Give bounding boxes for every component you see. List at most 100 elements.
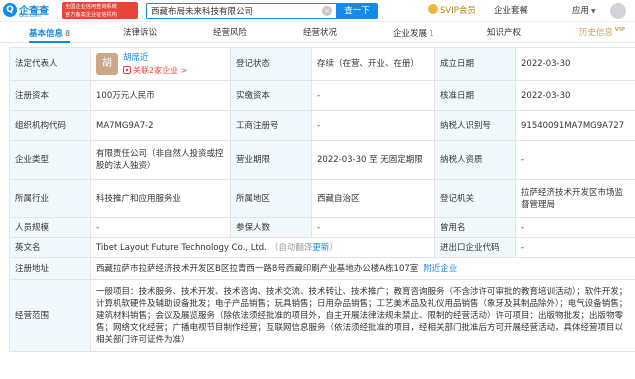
related-companies-text: 关联2家企业 > — [133, 66, 188, 75]
search-box: × — [146, 3, 336, 19]
scope-label: 经营范围 — [9, 279, 91, 352]
table-row: 企业类型 有限责任公司（非自然人投资或控股的法人独资） 营业期限 2022-03… — [9, 140, 635, 180]
insured-value: - — [311, 217, 435, 238]
tab-label: 法律诉讼 — [123, 28, 158, 38]
tab-label: 企业发展 — [393, 29, 428, 39]
user-avatar[interactable] — [610, 3, 626, 19]
tab-label: 经营风险 — [213, 28, 248, 38]
former-name-label: 曾用名 — [434, 217, 516, 238]
org-code-value: MA7MG9A7-2 — [90, 110, 231, 141]
update-translation-link[interactable]: 更新 — [312, 243, 329, 253]
staff-size-value: - — [90, 217, 231, 238]
chevron-down-icon: ▼ — [591, 8, 596, 15]
svip-label: SVIP会员 — [440, 6, 476, 16]
enterprise-package-link[interactable]: 企业套餐 — [494, 4, 528, 18]
table-row: 所属行业 科技推广和应用服务业 所属地区 西藏自治区 登记机关 拉萨经济技术开发… — [9, 179, 635, 218]
legal-rep-name-link[interactable]: 胡席近 — [123, 52, 149, 64]
english-name-cell: Tibet Layout Future Technology Co., Ltd.… — [90, 237, 435, 258]
tab-history-info[interactable]: 历史信息 VIP — [579, 26, 625, 43]
address-cell: 西藏拉萨市拉萨经济技术开发区B区拉青西一路8号西藏印刷产业基地办公楼A栋107室… — [90, 257, 635, 280]
tab-development[interactable]: 企业发展 1 — [393, 26, 434, 43]
business-scope-value: 一般项目：技术服务、技术开发、技术咨询、技术交流、技术转让、技术推广；教育咨询服… — [90, 279, 635, 352]
region-label: 所属地区 — [230, 179, 312, 218]
legal-rep-cell: 胡 胡席近 关联2家企业 > — [90, 47, 231, 81]
region-value: 西藏自治区 — [311, 179, 435, 218]
top-header: Q 企查查 Qcc.com 全国企业信用查询系统 官方备案企业征信机构 × 查一… — [0, 0, 635, 22]
biz-reg-no-label: 工商注册号 — [230, 110, 312, 141]
former-name-value: - — [515, 217, 635, 238]
company-type-label: 企业类型 — [9, 140, 91, 180]
tab-intellectual-property[interactable]: 知识产权 — [487, 26, 521, 43]
legal-rep-label: 法定代表人 — [9, 47, 91, 81]
biz-term-label: 营业期限 — [230, 140, 312, 180]
tab-count: 1 — [429, 29, 434, 38]
tab-legal-litigation[interactable]: 法律诉讼 — [123, 26, 157, 43]
table-row: 组织机构代码 MA7MG9A7-2 工商注册号 - 纳税人识别号 9154009… — [9, 110, 635, 141]
logo-subtext: Qcc.com — [19, 13, 41, 19]
search-button[interactable]: 查一下 — [336, 3, 378, 19]
tab-label: 历史信息 — [579, 28, 614, 38]
reg-capital-label: 注册资本 — [9, 80, 91, 111]
industry-label: 所属行业 — [9, 179, 91, 218]
auto-translate-close: ） — [329, 242, 338, 253]
slogan-line-2: 官方备案企业征信机构 — [65, 11, 117, 18]
established-label: 成立日期 — [434, 47, 516, 81]
english-name-value: Tibet Layout Future Technology Co., Ltd. — [96, 242, 267, 253]
clear-icon[interactable]: × — [322, 6, 332, 16]
crown-icon — [428, 4, 438, 14]
taxpayer-id-label: 纳税人识别号 — [434, 110, 516, 141]
section-tabs: 基本信息 8 法律诉讼 经营风险 经营状况 企业发展 1 知识产权 历史信息 VIP — [0, 26, 635, 43]
company-type-value: 有限责任公司（非自然人投资或控股的法人独资） — [90, 140, 231, 180]
paid-capital-value: - — [311, 80, 435, 111]
table-row: 人员规模 - 参保人数 - 曾用名 - — [9, 217, 635, 238]
taxpayer-qual-value: - — [515, 140, 635, 180]
auto-translate-text: （自动翻译 — [269, 242, 313, 253]
reg-authority-label: 登记机关 — [434, 179, 516, 218]
approval-date-value: 2022-03-30 — [515, 80, 635, 111]
related-companies-link[interactable]: 关联2家企业 > — [123, 65, 187, 77]
table-row: 注册资本 100万元人民币 实缴资本 - 核准日期 2022-03-30 — [9, 80, 635, 111]
table-row: 经营范围 一般项目：技术服务、技术开发、技术咨询、技术交流、技术转让、技术推广；… — [9, 279, 635, 352]
taxpayer-qual-label: 纳税人资质 — [434, 140, 516, 180]
org-code-label: 组织机构代码 — [9, 110, 91, 141]
taxpayer-id-value: 91540091MA7MG9A727 — [515, 110, 635, 141]
tab-business-status[interactable]: 经营状况 — [303, 26, 337, 43]
paid-capital-label: 实缴资本 — [230, 80, 312, 111]
biz-term-value: 2022-03-30 至 无固定期限 — [311, 140, 435, 180]
table-row: 法定代表人 胡 胡席近 关联2家企业 > 登记状态 存续（在营、开业、在册） 成… — [9, 47, 635, 81]
reg-status-label: 登记状态 — [230, 47, 312, 81]
approval-date-label: 核准日期 — [434, 80, 516, 111]
tab-business-risk[interactable]: 经营风险 — [213, 26, 247, 43]
reg-capital-value: 100万元人民币 — [90, 80, 231, 111]
apps-menu[interactable]: 应用 ▼ — [572, 4, 596, 18]
search-input[interactable] — [151, 4, 321, 18]
legal-rep-avatar[interactable]: 胡 — [96, 53, 118, 75]
tab-label: 知识产权 — [487, 28, 522, 38]
logo-mark-icon: Q — [3, 3, 17, 17]
auto-translate-note: （自动翻译更新） — [270, 243, 338, 253]
biz-reg-no-value: - — [311, 110, 435, 141]
relation-icon — [123, 66, 131, 74]
staff-size-label: 人员规模 — [9, 217, 91, 238]
reg-authority-value: 拉萨经济技术开发区市场监督管理局 — [515, 179, 635, 218]
apps-label: 应用 — [572, 6, 590, 16]
table-row: 英文名 Tibet Layout Future Technology Co., … — [9, 237, 635, 258]
english-name-label: 英文名 — [9, 237, 91, 258]
tab-label: 经营状况 — [303, 28, 338, 38]
address-value: 西藏拉萨市拉萨经济技术开发区B区拉青西一路8号西藏印刷产业基地办公楼A栋107室 — [96, 263, 419, 274]
vip-badge: VIP — [614, 27, 626, 33]
reg-status-value: 存续（在营、开业、在册） — [311, 47, 435, 81]
import-export-label: 进出口企业代码 — [434, 237, 516, 258]
tab-basic-info[interactable]: 基本信息 8 — [29, 26, 71, 43]
svip-member-link[interactable]: SVIP会员 — [428, 4, 476, 18]
basic-info-table: 法定代表人 胡 胡席近 关联2家企业 > 登记状态 存续（在营、开业、在册） 成… — [9, 47, 635, 352]
qcc-logo[interactable]: Q 企查查 Qcc.com — [3, 2, 59, 20]
table-row: 注册地址 西藏拉萨市拉萨经济技术开发区B区拉青西一路8号西藏印刷产业基地办公楼A… — [9, 257, 635, 280]
credit-slogan-badge: 全国企业信用查询系统 官方备案企业征信机构 — [62, 2, 138, 19]
tab-label: 基本信息 — [29, 29, 64, 39]
tab-count: 8 — [65, 29, 71, 38]
nearby-companies-link[interactable]: 附近企业 — [423, 264, 457, 274]
address-label: 注册地址 — [9, 257, 91, 280]
industry-value: 科技推广和应用服务业 — [90, 179, 231, 218]
insured-label: 参保人数 — [230, 217, 312, 238]
